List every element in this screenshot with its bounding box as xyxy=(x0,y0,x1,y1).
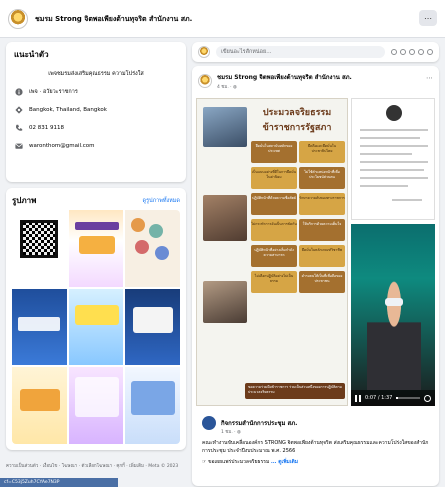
photo-tile[interactable] xyxy=(68,210,124,287)
phone-icon xyxy=(14,123,23,132)
video-progress-bar[interactable] xyxy=(396,397,420,399)
poster-item: ให้บริการด้วยความเต็มใจ xyxy=(299,219,345,241)
qr-code-image xyxy=(20,220,58,258)
composer-tools xyxy=(391,49,433,55)
poster-item: ยึดถือและยึดมั่นในประชาธิปไตย xyxy=(299,141,345,163)
poster-photo xyxy=(203,281,247,323)
photos-card: รูปภาพ ดูรูปภาพทั้งหมด xyxy=(6,188,186,450)
photo-icon[interactable] xyxy=(391,49,397,55)
video-player[interactable]: 0:07 / 1:37 xyxy=(351,224,435,406)
photo-tile[interactable] xyxy=(68,288,124,366)
info-row-email: waronthom@gmail.com xyxy=(14,141,178,150)
poster-item: ไม่กระทำการอันเป็นการขัดกัน xyxy=(251,219,297,241)
poster-item: รักษาความลับของทางราชการ xyxy=(299,193,345,215)
globe-icon: ◍ xyxy=(233,85,237,90)
email-icon xyxy=(14,141,23,150)
status-url-bar: cf=C53j5Zuh7CYAe7N3P xyxy=(0,478,118,487)
emoji-icon[interactable] xyxy=(418,49,424,55)
location-pin-icon xyxy=(14,105,23,114)
page-header: ชมรม Strong จิตพอเพียงต้านทุจริต สำนักงา… xyxy=(0,0,445,38)
photo-tile[interactable] xyxy=(125,367,180,444)
shared-avatar[interactable] xyxy=(202,416,216,430)
video-icon[interactable] xyxy=(400,49,406,55)
poster-item: ปฏิบัติหน้าที่อย่างเต็มกำลังความสามารถ xyxy=(251,245,297,267)
post-media[interactable]: ประมวลจริยธรรม ข้าราชการรัฐสภา ยึดมั่นใน… xyxy=(196,98,435,406)
photo-tile[interactable] xyxy=(125,288,180,366)
gear-icon[interactable] xyxy=(424,394,431,402)
photo-tile[interactable] xyxy=(12,210,67,287)
more-options-button[interactable]: ⋯ xyxy=(419,10,437,26)
video-frame xyxy=(367,280,421,390)
poster-item: ปฏิบัติหน้าที่ด้วยความซื่อสัตย์ xyxy=(251,193,297,215)
right-column: เขียนอะไรสักหน่อย... ชมรม Strong จิตพอเพ… xyxy=(192,42,439,486)
poster-title: ประมวลจริยธรรม ข้าราชการรัฐสภา xyxy=(262,108,332,133)
poster-item: ยึดมั่นในหลักเกณฑ์วิชาชีพ xyxy=(299,245,345,267)
info-text-email[interactable]: waronthom@gmail.com xyxy=(29,143,95,149)
post-header: ชมรม Strong จิตพอเพียงต้านทุจริต สำนักงา… xyxy=(198,72,352,90)
shared-body: คณะทำงานขับเคลื่อนองค์กร STRONG จิตพอเพี… xyxy=(202,440,429,454)
shared-author[interactable]: กิจกรรมสำนักการประชุม สภ. xyxy=(221,418,297,428)
poster-photo xyxy=(203,107,247,147)
photo-tile[interactable] xyxy=(68,367,124,444)
post-time[interactable]: 4 ชม. · ◍ xyxy=(217,83,352,90)
intro-title: แนะนำตัว xyxy=(14,50,49,59)
more-horizontal-icon: ⋯ xyxy=(424,13,432,23)
shared-time[interactable]: 1 ชม. · ◍ xyxy=(221,428,432,435)
video-controls: 0:07 / 1:37 xyxy=(351,390,435,406)
feed-post: ชมรม Strong จิตพอเพียงต้านทุจริต สำนักงา… xyxy=(192,66,439,486)
info-text-phone[interactable]: 02 831 9118 xyxy=(29,125,64,131)
left-column: แนะนำตัว เพจชมรมส่งเสริมคุณธรรม ความโปร่… xyxy=(6,42,186,450)
document-image[interactable] xyxy=(351,98,435,220)
intro-description: เพจชมรมส่งเสริมคุณธรรม ความโปร่งใส xyxy=(48,71,144,77)
info-row-location: Bangkok, Thailand, Bangkok xyxy=(14,105,178,114)
info-text-location[interactable]: Bangkok, Thailand, Bangkok xyxy=(29,107,107,113)
page-logo[interactable] xyxy=(8,9,28,29)
video-time: 0:07 / 1:37 xyxy=(365,395,393,401)
info-row-category: เพจ · อวัยวะราชการ xyxy=(14,87,178,96)
video-progress-fill xyxy=(396,397,398,399)
intro-card: แนะนำตัว เพจชมรมส่งเสริมคุณธรรม ความโปร่… xyxy=(6,42,186,182)
poster-photo xyxy=(203,195,247,241)
photo-grid xyxy=(12,210,180,444)
poster-item: ดำรงตนให้เป็นที่เชื่อถือของประชาชน xyxy=(299,271,345,293)
photo-tile[interactable] xyxy=(12,367,67,444)
see-all-photos-link[interactable]: ดูรูปภาพทั้งหมด xyxy=(143,197,181,205)
poster-item: ไม่ใช้ตำแหน่งหน้าที่เพื่อประโยชน์ส่วนตน xyxy=(299,167,345,189)
info-row-phone: 02 831 9118 xyxy=(14,123,178,132)
post-composer: เขียนอะไรสักหน่อย... xyxy=(192,42,439,62)
photo-tile[interactable] xyxy=(125,210,180,287)
info-icon xyxy=(14,87,23,96)
info-text-category[interactable]: เพจ · อวัยวะราชการ xyxy=(29,88,78,96)
tag-icon[interactable] xyxy=(409,49,415,55)
photo-tile[interactable] xyxy=(12,288,67,366)
see-more-link[interactable]: ... ดูเพิ่มเติม xyxy=(271,459,298,465)
page-footer-links[interactable]: ความเป็นส่วนตัว · เงื่อนไข · โฆษณา · ตัว… xyxy=(6,462,186,469)
poster-item: ยึดมั่นในสถาบันหลักของประเทศ xyxy=(251,141,297,163)
photos-title: รูปภาพ xyxy=(12,196,37,205)
poster-banner: ขอความร่วมมือข้าราชการ ร่วมเป็นส่วนหนึ่ง… xyxy=(245,383,345,399)
page-title[interactable]: ชมรม Strong จิตพอเพียงต้านทุจริต สำนักงา… xyxy=(35,14,192,25)
pause-icon[interactable] xyxy=(355,394,361,402)
emblem-icon xyxy=(386,105,402,121)
poster-item: ไม่เลือกปฏิบัติอย่างไม่เป็นธรรม xyxy=(251,271,297,293)
globe-icon: ◍ xyxy=(237,430,241,435)
composer-input[interactable]: เขียนอะไรสักหน่อย... xyxy=(216,46,385,58)
post-options-button[interactable]: ⋯ xyxy=(426,74,433,82)
poster-item: เป็นแบบอย่างที่ดีในการยึดมั่นในค่านิยม xyxy=(251,167,297,189)
shared-post: กิจกรรมสำนักการประชุม สภ. 1 ชม. · ◍ คณะท… xyxy=(202,416,432,466)
location-icon[interactable] xyxy=(427,49,433,55)
hand-icon: ☞ xyxy=(202,459,207,465)
ethics-poster-image[interactable]: ประมวลจริยธรรม ข้าราชการรัฐสภา ยึดมั่นใน… xyxy=(196,98,348,406)
composer-avatar xyxy=(198,46,210,58)
post-author[interactable]: ชมรม Strong จิตพอเพียงต้านทุจริต สำนักงา… xyxy=(217,72,352,82)
shared-link-line: ☞ ขอเผยแพร่ประมวลจริยธรรม ... ดูเพิ่มเติ… xyxy=(202,459,299,465)
post-avatar[interactable] xyxy=(198,74,212,88)
